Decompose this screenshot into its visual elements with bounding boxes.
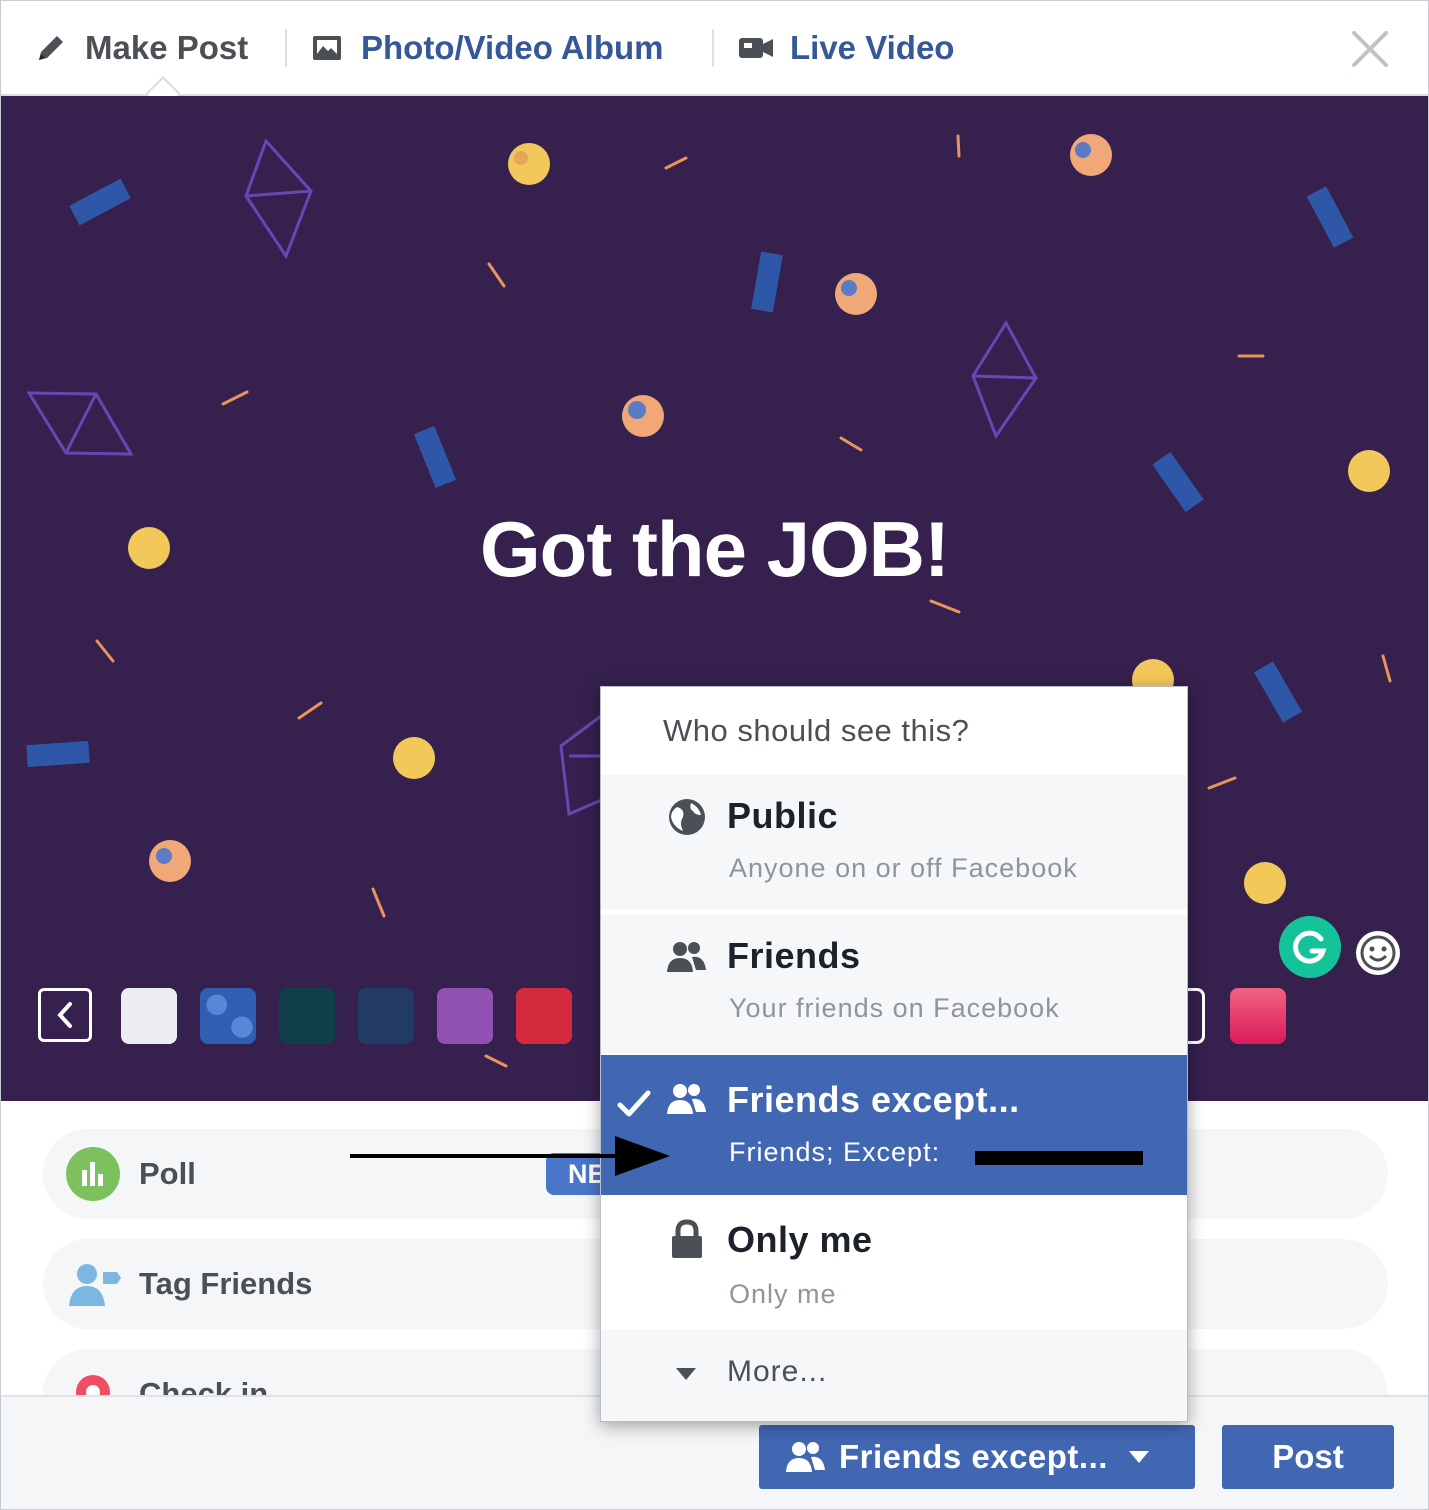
poll-icon <box>65 1146 121 1202</box>
audience-option-only-me-subtitle: Only me <box>729 1279 837 1309</box>
emoji-button[interactable] <box>1356 931 1400 975</box>
post-text[interactable]: Got the JOB! <box>1 504 1428 595</box>
caret-down-icon <box>1128 1450 1150 1464</box>
close-button[interactable] <box>1348 27 1392 71</box>
video-camera-icon <box>736 28 776 68</box>
background-swatch-red[interactable] <box>516 988 572 1044</box>
tab-make-post[interactable]: Make Post <box>31 23 248 73</box>
option-tag-friends-label: Tag Friends <box>139 1266 313 1301</box>
friends-except-icon <box>665 1077 709 1121</box>
tab-live-video[interactable]: Live Video <box>736 23 954 73</box>
swatch-back-button[interactable] <box>38 988 92 1042</box>
audience-option-more-label: More... <box>727 1355 828 1388</box>
smiley-icon <box>1360 935 1396 971</box>
background-swatch-navy[interactable] <box>358 988 414 1044</box>
audience-option-friends[interactable]: Friends Your friends on Facebook <box>601 915 1187 1053</box>
audience-option-friends-title: Friends <box>727 935 861 976</box>
close-icon <box>1352 31 1388 67</box>
tab-make-post-label: Make Post <box>85 29 249 66</box>
audience-option-more[interactable]: More... <box>601 1329 1187 1421</box>
background-swatch-teal[interactable] <box>279 988 335 1044</box>
audience-selector-button[interactable]: Friends except... <box>759 1425 1195 1489</box>
globe-icon <box>665 795 709 839</box>
photo-album-icon <box>307 28 347 68</box>
audience-option-friends-subtitle: Your friends on Facebook <box>729 993 1060 1023</box>
grammarly-icon <box>1293 930 1327 964</box>
audience-option-only-me-title: Only me <box>727 1219 873 1260</box>
background-swatch-purple[interactable] <box>437 988 493 1044</box>
grammarly-button[interactable] <box>1279 916 1341 978</box>
audience-selector-label: Friends except... <box>839 1438 1108 1475</box>
tab-photo-video-album-label: Photo/Video Album <box>361 29 664 66</box>
composer-header: Make Post Photo/Video Album Live Video <box>1 1 1428 110</box>
audience-option-friends-except[interactable]: Friends except... Friends; Except: <box>601 1055 1187 1195</box>
caret-down-icon <box>676 1368 696 1380</box>
tab-photo-video-album[interactable]: Photo/Video Album <box>307 23 664 73</box>
audience-dropdown-header: Who should see this? <box>601 687 1187 775</box>
option-poll-label: Poll <box>139 1156 196 1191</box>
background-swatch-white[interactable] <box>121 988 177 1044</box>
annotation-arrow <box>350 1136 670 1176</box>
background-swatch-pattern-blue[interactable] <box>200 988 256 1044</box>
friends-icon <box>665 935 709 979</box>
pencil-icon <box>31 28 71 68</box>
audience-option-friends-except-subtitle: Friends; Except: <box>729 1137 941 1167</box>
audience-option-public-subtitle: Anyone on or off Facebook <box>729 853 1078 883</box>
audience-option-public-title: Public <box>727 795 839 836</box>
audience-option-only-me[interactable]: Only me Only me <box>601 1195 1187 1329</box>
audience-option-friends-except-title: Friends except... <box>727 1079 1020 1120</box>
audience-option-public[interactable]: Public Anyone on or off Facebook <box>601 775 1187 909</box>
friends-except-icon <box>785 1440 827 1474</box>
tab-divider <box>285 29 287 67</box>
tab-divider <box>712 29 714 67</box>
background-swatch-pink[interactable] <box>1230 988 1286 1044</box>
checkmark-icon <box>617 1090 651 1117</box>
tag-friends-icon <box>65 1256 121 1312</box>
redaction-bar <box>975 1151 1143 1165</box>
audience-dropdown: Who should see this? Public Anyone on or… <box>600 686 1188 1422</box>
audience-dropdown-title: Who should see this? <box>663 713 970 748</box>
post-button[interactable]: Post <box>1222 1425 1394 1489</box>
chevron-left-icon <box>57 1002 72 1028</box>
tab-live-video-label: Live Video <box>790 29 955 66</box>
lock-icon <box>665 1217 709 1261</box>
